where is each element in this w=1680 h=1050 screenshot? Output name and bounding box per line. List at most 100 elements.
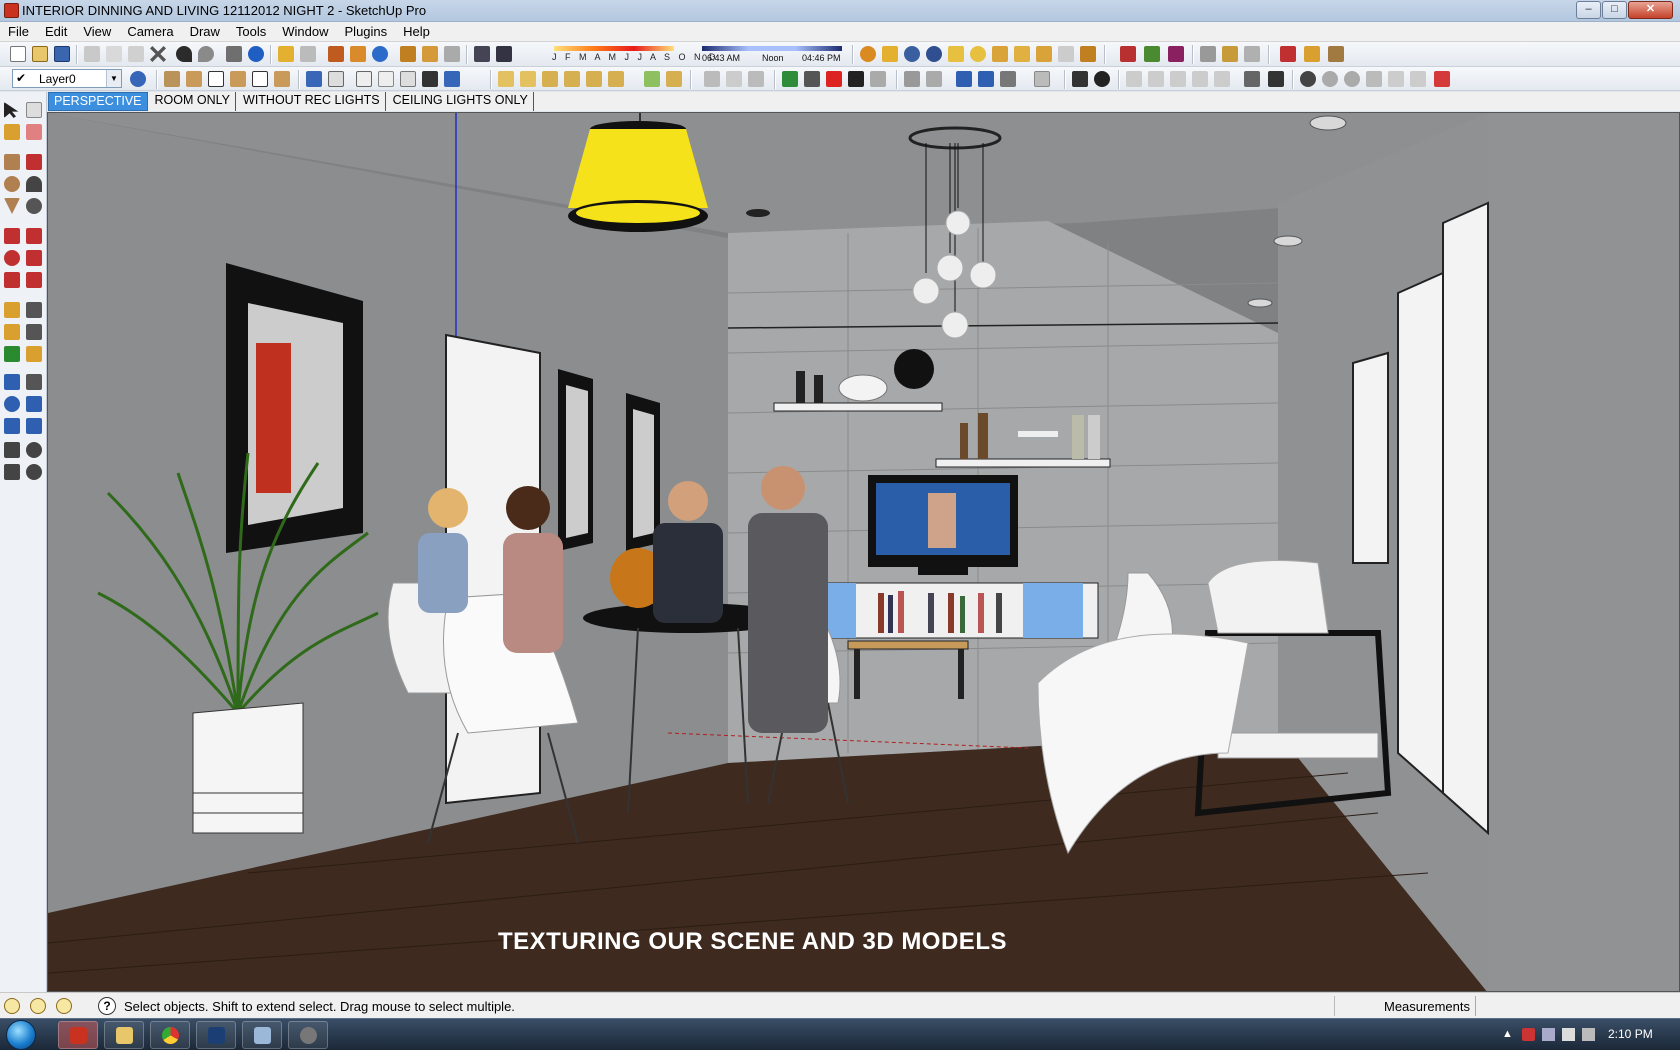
- sign-in-icon[interactable]: [56, 998, 72, 1014]
- solid-subtract-icon[interactable]: [666, 71, 682, 87]
- redo-icon[interactable]: [198, 46, 214, 62]
- volume-icon[interactable]: [1562, 1028, 1575, 1041]
- plugin-spark-icon[interactable]: [1036, 46, 1052, 62]
- taskbar-photoshop[interactable]: [196, 1021, 236, 1049]
- start-button[interactable]: [6, 1020, 36, 1050]
- panel-icon[interactable]: [1244, 71, 1260, 87]
- camera-pan-icon[interactable]: [926, 71, 942, 87]
- ball-icon[interactable]: [1094, 71, 1110, 87]
- measurements-input[interactable]: [1475, 996, 1675, 1016]
- plugin-arrow-icon[interactable]: [992, 46, 1008, 62]
- walk-tool-icon[interactable]: [4, 464, 20, 480]
- chevron-down-icon[interactable]: ▼: [106, 70, 121, 87]
- render-cube-icon[interactable]: [826, 71, 842, 87]
- plugin-figure-icon[interactable]: [1328, 46, 1344, 62]
- walk-icon[interactable]: [278, 46, 294, 62]
- shaded-textures-icon[interactable]: [400, 71, 416, 87]
- tape-measure-icon[interactable]: [4, 302, 20, 318]
- monochrome-icon[interactable]: [422, 71, 438, 87]
- plugin-layers-icon[interactable]: [1222, 46, 1238, 62]
- plugin-dot-icon[interactable]: [970, 46, 986, 62]
- menu-camera[interactable]: Camera: [119, 22, 181, 42]
- tool-a-icon[interactable]: [1126, 71, 1142, 87]
- model-info-icon[interactable]: [248, 46, 264, 62]
- plugin-help-icon[interactable]: [926, 46, 942, 62]
- freehand-icon[interactable]: [26, 198, 42, 214]
- warehouse-icon[interactable]: [400, 46, 416, 62]
- hidden-line-icon[interactable]: [356, 71, 372, 87]
- box-grid-icon[interactable]: [608, 71, 624, 87]
- taskbar-window[interactable]: [242, 1021, 282, 1049]
- plugin-tag-icon[interactable]: [882, 46, 898, 62]
- solid-union-icon[interactable]: [644, 71, 660, 87]
- action-center-icon[interactable]: [1522, 1028, 1535, 1041]
- close-button[interactable]: ✕: [1628, 1, 1673, 19]
- credits-icon[interactable]: [30, 998, 46, 1014]
- plugin-label-icon[interactable]: [948, 46, 964, 62]
- view-back-icon[interactable]: [274, 71, 290, 87]
- grid-icon[interactable]: [1072, 71, 1088, 87]
- position-camera-icon[interactable]: [4, 442, 20, 458]
- tab-ceiling-lights-only[interactable]: CEILING LIGHTS ONLY: [388, 92, 534, 111]
- wand-icon[interactable]: [1388, 71, 1404, 87]
- maximize-button[interactable]: □: [1602, 1, 1627, 19]
- circle-a-icon[interactable]: [1322, 71, 1338, 87]
- fog-toggle-icon[interactable]: [496, 46, 512, 62]
- section-tool-icon[interactable]: [26, 464, 42, 480]
- sandbox-smoove-icon[interactable]: [726, 71, 742, 87]
- rendered-scene[interactable]: [48, 113, 1680, 992]
- extension-icon[interactable]: [444, 46, 460, 62]
- tool-e-icon[interactable]: [1214, 71, 1230, 87]
- layer-manager-icon[interactable]: [130, 71, 146, 87]
- menu-view[interactable]: View: [75, 22, 119, 42]
- help-icon[interactable]: ?: [98, 997, 116, 1015]
- month-slider[interactable]: [554, 46, 674, 51]
- zoom-window-tool-icon[interactable]: [26, 396, 42, 412]
- menu-tools[interactable]: Tools: [228, 22, 274, 42]
- 3d-text-icon[interactable]: [26, 346, 42, 362]
- polygon-icon[interactable]: [4, 198, 20, 214]
- paste-icon[interactable]: [128, 46, 144, 62]
- rotate-icon[interactable]: [4, 250, 20, 266]
- tray-expand-icon[interactable]: ▲: [1502, 1028, 1515, 1041]
- view-right-icon[interactable]: [252, 71, 268, 87]
- plugin-diamond-icon[interactable]: [1058, 46, 1074, 62]
- component-icon[interactable]: [498, 71, 514, 87]
- look-around-icon[interactable]: [26, 442, 42, 458]
- google-earth-icon[interactable]: [372, 46, 388, 62]
- menu-edit[interactable]: Edit: [37, 22, 75, 42]
- menu-plugins[interactable]: Plugins: [337, 22, 396, 42]
- sandbox-stamp-icon[interactable]: [748, 71, 764, 87]
- photo-match-icon[interactable]: [300, 46, 316, 62]
- render-settings-icon[interactable]: [848, 71, 864, 87]
- taskbar-clock[interactable]: 2:10 PM: [1608, 1027, 1653, 1041]
- print-icon[interactable]: [226, 46, 242, 62]
- tool-d-icon[interactable]: [1192, 71, 1208, 87]
- eraser-icon[interactable]: [26, 124, 42, 140]
- text-tool-icon[interactable]: [26, 324, 42, 340]
- follow-me-icon[interactable]: [26, 250, 42, 266]
- plugin-globe-icon[interactable]: [904, 46, 920, 62]
- pan-hand-icon[interactable]: [26, 374, 42, 390]
- menu-help[interactable]: Help: [395, 22, 438, 42]
- shaded-icon[interactable]: [378, 71, 394, 87]
- plugin-plant-icon[interactable]: [1144, 46, 1160, 62]
- orbit-icon[interactable]: [4, 374, 20, 390]
- plugin-grid-icon[interactable]: [1244, 46, 1260, 62]
- model-viewport[interactable]: TEXTURING OUR SCENE AND 3D MODELS: [47, 112, 1680, 992]
- gear-icon[interactable]: [1366, 71, 1382, 87]
- menu-file[interactable]: File: [0, 22, 37, 42]
- protractor-icon[interactable]: [4, 324, 20, 340]
- shadows-toggle-icon[interactable]: [474, 46, 490, 62]
- tab-without-rec-lights[interactable]: WITHOUT REC LIGHTS: [238, 92, 386, 111]
- plugin-fruit-icon[interactable]: [1120, 46, 1136, 62]
- plugin-tools-icon[interactable]: [1080, 46, 1096, 62]
- plugin-pencil-yellow-icon[interactable]: [1304, 46, 1320, 62]
- zoom-extents-icon[interactable]: [978, 71, 994, 87]
- network-icon[interactable]: [1542, 1028, 1555, 1041]
- target-icon[interactable]: [1300, 71, 1316, 87]
- selection-icon[interactable]: [1034, 71, 1050, 87]
- dimension-icon[interactable]: [26, 302, 42, 318]
- select-arrow-icon[interactable]: [4, 102, 19, 118]
- previous-view-icon[interactable]: [1000, 71, 1016, 87]
